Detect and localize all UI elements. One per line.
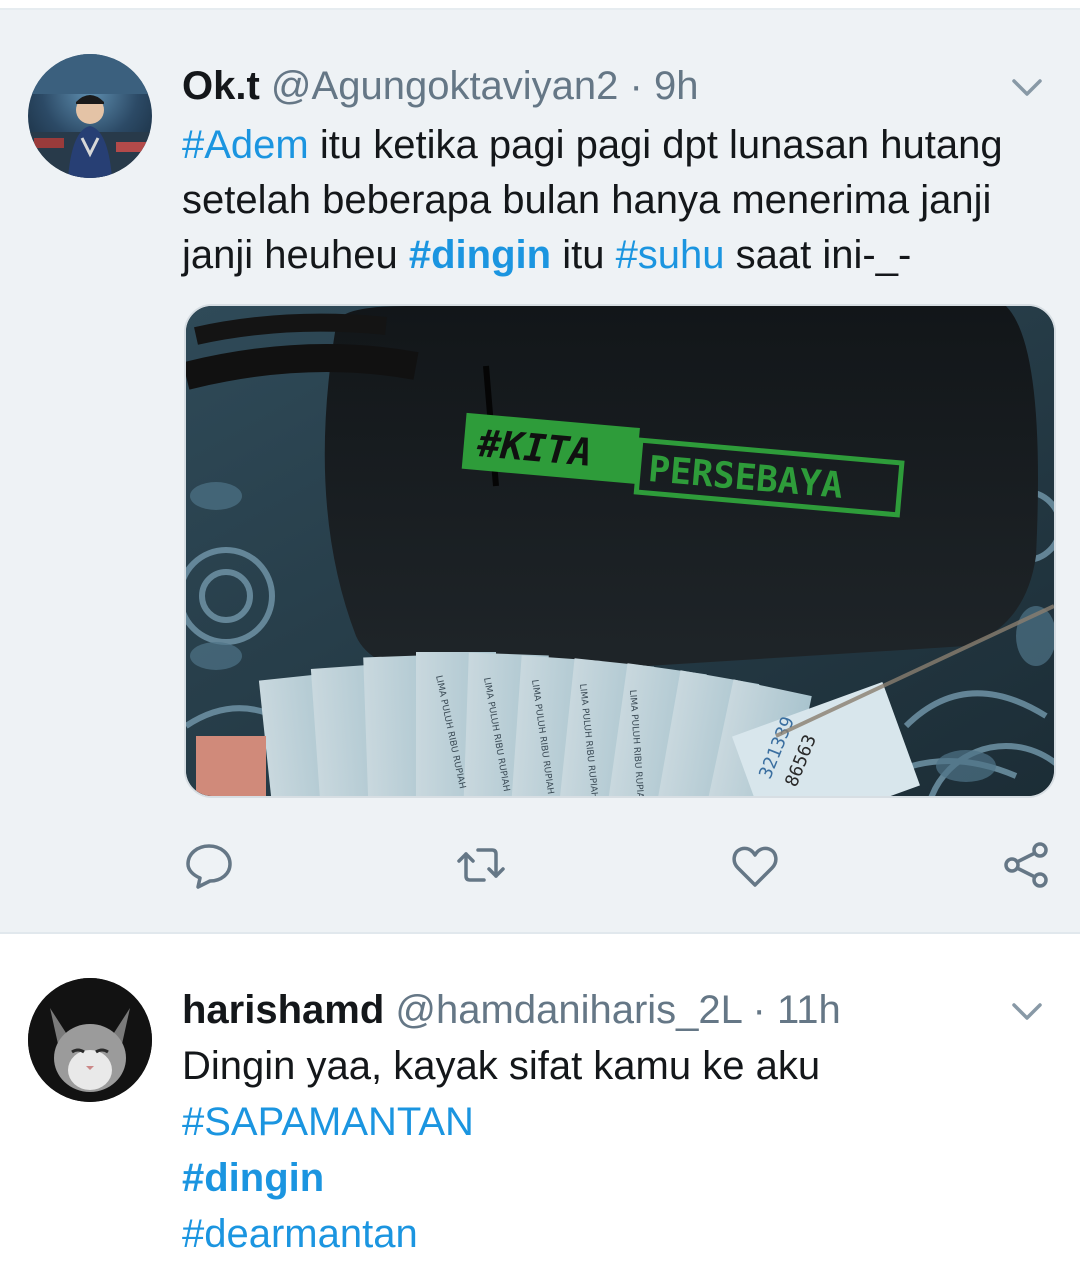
chevron-down-icon[interactable]: [1008, 992, 1046, 1030]
hashtag-suhu[interactable]: #suhu: [616, 233, 725, 277]
tweet-text-part: itu: [551, 233, 616, 277]
tweet-text: Dingin yaa, kayak sifat kamu ke aku #SAP…: [182, 1038, 1042, 1262]
user-handle[interactable]: @Agungoktaviyan2: [271, 64, 619, 108]
reply-icon[interactable]: [184, 840, 234, 890]
share-icon[interactable]: [1002, 840, 1052, 890]
separator-dot: ·: [752, 988, 766, 1032]
like-icon[interactable]: [730, 840, 780, 890]
hashtag-sapamantan[interactable]: #SAPAMANTAN: [182, 1094, 1042, 1150]
hashtag-dingin[interactable]: #dingin: [182, 1150, 1042, 1206]
timestamp[interactable]: 11h: [777, 988, 841, 1032]
tweet-text-part: saat ini-_-: [724, 233, 912, 277]
top-divider: [0, 0, 1080, 10]
chevron-down-icon[interactable]: [1008, 68, 1046, 106]
avatar[interactable]: [28, 978, 152, 1102]
tweet-text-line: Dingin yaa, kayak sifat kamu ke aku: [182, 1044, 821, 1088]
tweet-actions: [0, 840, 1080, 900]
separator-dot: ·: [629, 64, 643, 108]
display-name[interactable]: Ok.t: [182, 64, 260, 108]
tweet-2[interactable]: harishamd @hamdaniharis_2L · 11h Dingin …: [0, 934, 1080, 1280]
hashtag-adem[interactable]: #Adem: [182, 123, 309, 167]
hashtag-dingin[interactable]: #dingin: [409, 233, 551, 277]
tweet-header: Ok.t @Agungoktaviyan2 · 9h: [182, 54, 699, 118]
retweet-icon[interactable]: [456, 840, 506, 890]
display-name[interactable]: harishamd: [182, 988, 384, 1032]
user-handle[interactable]: @hamdaniharis_2L: [395, 988, 741, 1032]
avatar[interactable]: [28, 54, 152, 178]
tweet-text: #Adem itu ketika pagi pagi dpt lunasan h…: [182, 118, 1062, 283]
tweet-header: harishamd @hamdaniharis_2L · 11h: [182, 978, 841, 1042]
tweet-photo[interactable]: #KITA PERSEBAYA LIMA PULUH RIBU RUPIAH L…: [184, 304, 1056, 798]
timestamp[interactable]: 9h: [654, 64, 699, 108]
tweet-1[interactable]: Ok.t @Agungoktaviyan2 · 9h #Adem itu ket…: [0, 10, 1080, 934]
hashtag-dearmantan[interactable]: #dearmantan: [182, 1206, 1042, 1262]
